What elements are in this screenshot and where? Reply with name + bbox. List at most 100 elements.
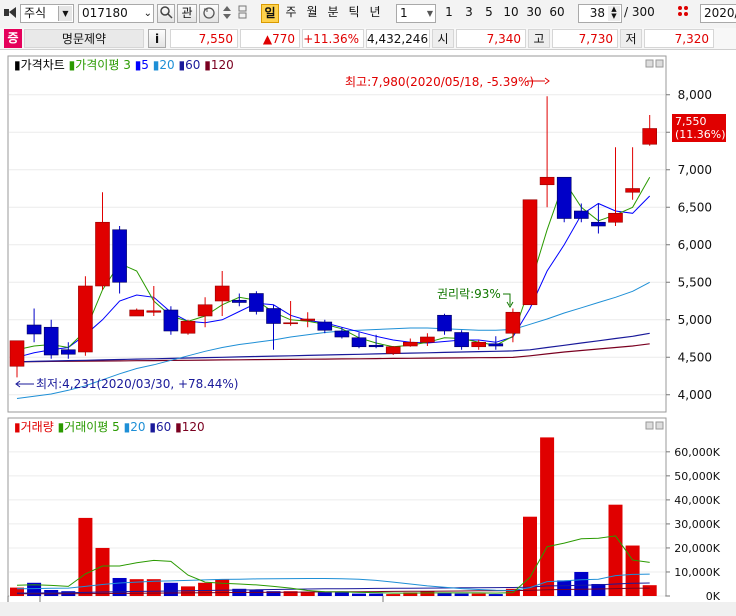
candle xyxy=(368,344,384,348)
candle xyxy=(625,188,640,193)
change-percent: +11.36% xyxy=(302,29,364,48)
period-tab-3[interactable]: 분 xyxy=(324,4,342,23)
volume-axis-label: 30,000K xyxy=(674,518,720,531)
volume-ma-20: 20 xyxy=(130,420,145,434)
stock-code-input[interactable]: 017180 ⌄ xyxy=(78,4,154,23)
volume-axis-label: 50,000K xyxy=(674,470,720,483)
candle xyxy=(95,221,110,287)
total-count-box: / 300 xyxy=(624,4,672,23)
volume-ma-label: 거래이평 xyxy=(64,420,108,434)
volume-bar xyxy=(454,593,469,596)
split-icon[interactable] xyxy=(238,4,250,23)
volume-bar xyxy=(642,585,657,596)
candle xyxy=(43,326,59,356)
volume-bar xyxy=(488,594,503,596)
stock-name[interactable]: 명문제약 xyxy=(24,29,144,48)
volume-bar xyxy=(198,582,213,596)
count-value: 38 xyxy=(589,6,605,20)
candle xyxy=(437,314,452,332)
volume-bar xyxy=(95,547,110,596)
volume-bar xyxy=(471,593,486,596)
quote-bar: 증 명문제약 i 7,550 ▲770 +11.36% 4,432,246 시 … xyxy=(0,28,736,50)
date-input[interactable]: 2020/ xyxy=(700,4,736,23)
time-axis-bar[interactable] xyxy=(0,602,736,616)
current-price: 7,550 xyxy=(170,29,238,48)
candle xyxy=(232,299,247,303)
chart-toolbar: 주식 ▼ 017180 ⌄ 관 1 ▼ 38 ▲ ▼ / 300 2020/ 일주… xyxy=(0,0,736,29)
watchlist-button[interactable]: 관 xyxy=(177,4,197,23)
date-toggle[interactable] xyxy=(676,4,692,23)
market-select-value: 주식 xyxy=(24,6,47,20)
interval-button-3[interactable]: 3 xyxy=(461,4,477,23)
last-price-label: 7,550 xyxy=(675,115,707,128)
volume-bar xyxy=(369,593,384,596)
sync-button[interactable] xyxy=(199,4,219,23)
volume-bar xyxy=(317,592,332,596)
interval-button-60[interactable]: 60 xyxy=(547,4,567,23)
candle xyxy=(608,212,623,223)
interval-select[interactable]: 1 ▼ xyxy=(396,4,436,23)
volume-axis-label: 40,000K xyxy=(674,494,720,507)
volume-ma-5: 5 xyxy=(112,420,120,434)
volume-bar xyxy=(523,516,537,596)
open-label: 시 xyxy=(432,29,454,48)
interval-button-1[interactable]: 1 xyxy=(441,4,457,23)
volume-bar xyxy=(574,571,589,596)
count-input[interactable]: 38 ▲ ▼ xyxy=(578,4,622,23)
pin-icon[interactable] xyxy=(3,4,17,23)
stock-chart[interactable]: 8,0007,5007,0006,5006,0005,5005,0004,500… xyxy=(0,50,736,616)
volume-bar xyxy=(386,594,401,596)
interval-button-5[interactable]: 5 xyxy=(481,4,497,23)
search-button[interactable] xyxy=(157,4,175,23)
volume-legend: ▮거래량 ▮거래이평 5 ▮20 ▮60 ▮120 xyxy=(14,420,205,434)
last-change-label: (11.36%) xyxy=(675,128,726,141)
candle xyxy=(112,229,127,283)
volume-bar xyxy=(215,579,230,596)
candle xyxy=(146,310,162,313)
candle xyxy=(505,311,521,334)
volume-bar xyxy=(540,437,555,596)
price-change: ▲770 xyxy=(240,29,300,48)
price-legend-title: 가격차트 xyxy=(21,58,65,72)
candle xyxy=(539,176,555,186)
candle xyxy=(420,336,435,343)
period-tab-2[interactable]: 월 xyxy=(303,4,321,23)
price-ma-20: 20 xyxy=(159,58,174,72)
price-axis-label: 7,000 xyxy=(678,163,712,177)
candle xyxy=(402,341,418,347)
interval-button-30[interactable]: 30 xyxy=(524,4,544,23)
chevron-down-icon: ▼ xyxy=(426,9,433,18)
volume-bar xyxy=(420,591,435,596)
period-tab-4[interactable]: 틱 xyxy=(345,4,363,23)
interval-select-value: 1 xyxy=(400,6,408,20)
candle xyxy=(642,128,658,145)
candle xyxy=(78,285,93,353)
volume-bar xyxy=(352,593,366,596)
price-axis-label: 5,000 xyxy=(678,313,712,327)
period-tab-1[interactable]: 주 xyxy=(282,4,300,23)
candle xyxy=(317,321,333,331)
interval-button-10[interactable]: 10 xyxy=(501,4,521,23)
price-ma-3: 3 xyxy=(123,58,131,72)
price-ma-label: 가격이평 xyxy=(75,58,119,72)
price-ma-120: 120 xyxy=(211,58,234,72)
low-label: 저 xyxy=(620,29,642,48)
candle xyxy=(163,309,179,332)
candle xyxy=(556,176,572,219)
candle xyxy=(283,322,298,325)
info-button[interactable]: i xyxy=(148,29,166,48)
candle xyxy=(351,337,367,348)
volume-axis-label: 10,000K xyxy=(674,566,720,579)
market-select[interactable]: 주식 ▼ xyxy=(20,4,74,23)
price-legend: ▮가격차트 ▮가격이평 3 ▮5 ▮20 ▮60 ▮120 xyxy=(14,58,234,72)
count-stepper[interactable]: ▲ ▼ xyxy=(608,6,620,21)
price-axis-label: 5,500 xyxy=(678,275,712,289)
period-tab-0[interactable]: 일 xyxy=(261,4,279,23)
volume-bar xyxy=(437,593,452,596)
price-ma-5: 5 xyxy=(141,58,149,72)
date-value: 2020/ xyxy=(704,6,736,20)
scroll-stepper[interactable] xyxy=(221,4,235,23)
period-tab-5[interactable]: 년 xyxy=(366,4,384,23)
candle xyxy=(522,199,538,306)
candle xyxy=(214,285,230,302)
